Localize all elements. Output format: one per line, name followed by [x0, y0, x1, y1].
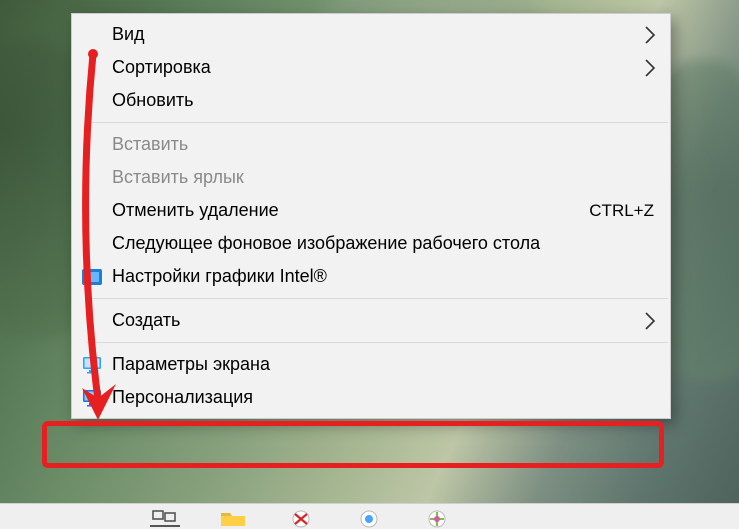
menu-item-sort[interactable]: Сортировка: [72, 51, 670, 84]
menu-item-label: Вставить ярлык: [112, 167, 654, 188]
menu-item-view[interactable]: Вид: [72, 18, 670, 51]
chevron-right-icon: [644, 25, 656, 45]
chevron-right-icon: [644, 58, 656, 78]
menu-item-new[interactable]: Создать: [72, 304, 670, 337]
personalize-icon: [81, 387, 103, 409]
menu-item-label: Настройки графики Intel®: [112, 266, 654, 287]
menu-item-refresh[interactable]: Обновить: [72, 84, 670, 117]
menu-item-label: Обновить: [112, 90, 654, 111]
menu-item-label: Персонализация: [112, 387, 654, 408]
menu-item-shortcut: CTRL+Z: [589, 201, 654, 221]
app-icon[interactable]: [422, 507, 452, 529]
menu-item-display-settings[interactable]: Параметры экрана: [72, 348, 670, 381]
chevron-right-icon: [644, 311, 656, 331]
menu-item-label: Вид: [112, 24, 654, 45]
desktop-context-menu: Вид Сортировка Обновить Вставить Вставит…: [71, 13, 671, 419]
menu-separator: [86, 298, 668, 299]
monitor-icon: [81, 354, 103, 376]
task-view-icon[interactable]: [150, 507, 180, 529]
app-icon[interactable]: [354, 507, 384, 529]
menu-item-label: Сортировка: [112, 57, 654, 78]
menu-item-paste: Вставить: [72, 128, 670, 161]
menu-item-label: Параметры экрана: [112, 354, 654, 375]
menu-item-label: Отменить удаление: [112, 200, 569, 221]
menu-separator: [86, 122, 668, 123]
menu-item-undo-delete[interactable]: Отменить удаление CTRL+Z: [72, 194, 670, 227]
intel-icon: [81, 266, 103, 288]
menu-item-label: Следующее фоновое изображение рабочего с…: [112, 233, 654, 254]
menu-item-intel-graphics[interactable]: Настройки графики Intel®: [72, 260, 670, 293]
menu-item-label: Вставить: [112, 134, 654, 155]
annotation-highlight-box: [42, 421, 664, 468]
menu-item-personalize[interactable]: Персонализация: [72, 381, 670, 414]
menu-item-next-wallpaper[interactable]: Следующее фоновое изображение рабочего с…: [72, 227, 670, 260]
menu-item-paste-shortcut: Вставить ярлык: [72, 161, 670, 194]
file-explorer-icon[interactable]: [218, 507, 248, 529]
menu-separator: [86, 342, 668, 343]
taskbar[interactable]: [0, 503, 739, 529]
app-icon[interactable]: [286, 507, 316, 529]
menu-item-label: Создать: [112, 310, 654, 331]
